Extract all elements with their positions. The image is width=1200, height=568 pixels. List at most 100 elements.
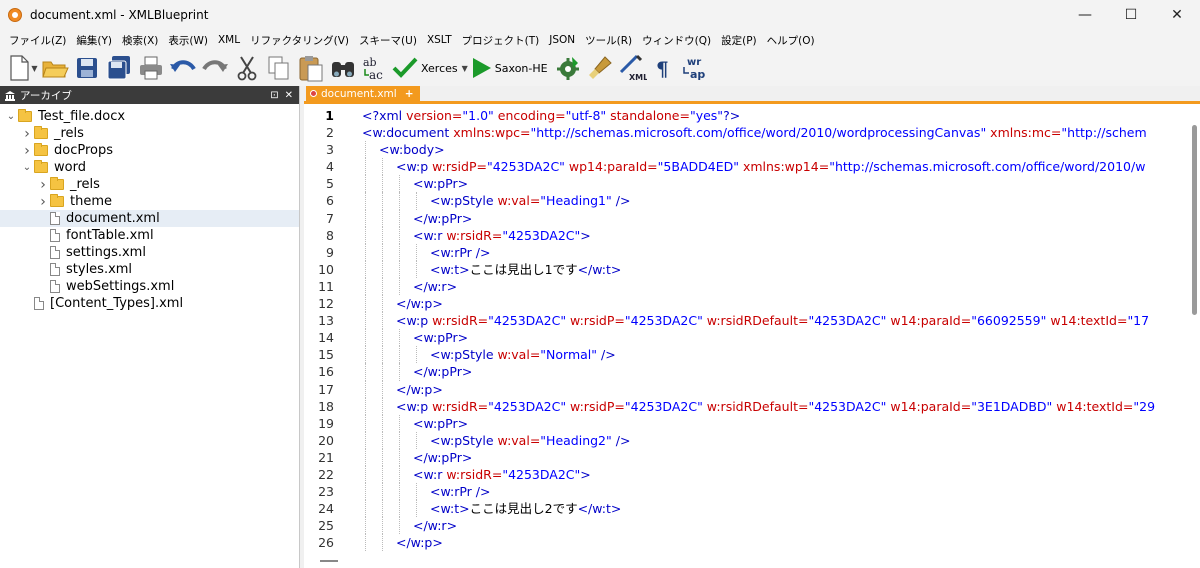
chevron-right-icon[interactable]: › — [36, 194, 50, 210]
save-button[interactable] — [72, 53, 102, 83]
code-line[interactable]: </w:pPr> — [362, 209, 1188, 227]
panel-close-icon[interactable]: ✕ — [285, 90, 293, 101]
settings-button[interactable] — [553, 53, 583, 83]
code-line[interactable]: </w:p> — [362, 295, 1188, 313]
code-line[interactable]: <w:p w:rsidR="4253DA2C" w:rsidP="4253DA2… — [362, 397, 1188, 415]
code-line[interactable]: </w:r> — [362, 517, 1188, 535]
code-line[interactable]: </w:pPr> — [362, 448, 1188, 466]
chevron-down-icon[interactable]: ⌄ — [4, 111, 18, 122]
code-line[interactable]: <?xml version="1.0" encoding="utf-8" sta… — [362, 107, 1188, 124]
tree-item[interactable]: › _rels — [0, 125, 299, 142]
tab-document-xml[interactable]: document.xml + — [306, 86, 420, 101]
code-content: <w:pPr> — [362, 330, 468, 345]
menu-tools[interactable]: ツール(R) — [580, 33, 637, 48]
code-line[interactable]: </w:p> — [362, 380, 1188, 398]
tree-item[interactable]: settings.xml — [0, 244, 299, 261]
code-token: "4253DA2C" — [624, 313, 703, 329]
code-line[interactable]: <w:r w:rsidR="4253DA2C"> — [362, 465, 1188, 484]
code-editor[interactable]: 1 2 3 4 5 6 7 8 9 10 11 12 13 14 15 16 17 18 19 20 21 22 23 24 2… — [304, 107, 1200, 553]
tree-item[interactable]: styles.xml — [0, 261, 299, 278]
vertical-scroll-thumb[interactable] — [1192, 125, 1197, 315]
code-content: <w:t>ここは見出し1です</w:t> — [362, 262, 621, 277]
undo-button[interactable] — [168, 53, 198, 83]
chevron-right-icon[interactable]: › — [36, 177, 50, 193]
line-number: 20 — [318, 432, 334, 448]
copy-button[interactable] — [264, 53, 294, 83]
tree-item[interactable]: › _rels — [0, 176, 299, 193]
menu-help[interactable]: ヘルプ(O) — [762, 33, 820, 48]
menu-project[interactable]: プロジェクト(T) — [457, 33, 545, 48]
code-lines[interactable]: <?xml version="1.0" encoding="utf-8" sta… — [362, 107, 1188, 553]
pilcrow-button[interactable]: ¶ — [649, 53, 679, 83]
code-line[interactable]: <w:body> — [362, 141, 1188, 159]
tree-item[interactable]: document.xml — [0, 210, 299, 227]
new-file-button[interactable]: ▼ — [8, 53, 38, 83]
code-line[interactable]: <w:pStyle w:val="Heading1" /> — [362, 192, 1188, 210]
find-button[interactable] — [328, 53, 358, 83]
menu-file[interactable]: ファイル(Z) — [4, 33, 71, 48]
tree-item[interactable]: fontTable.xml — [0, 227, 299, 244]
file-icon — [50, 246, 60, 259]
chevron-down-icon[interactable]: ▼ — [31, 64, 37, 73]
replace-button[interactable]: ab ac — [360, 53, 390, 83]
menu-json[interactable]: JSON — [544, 34, 580, 46]
code-line[interactable]: <w:rPr /> — [362, 243, 1188, 261]
tree-item[interactable]: ⌄ word — [0, 159, 299, 176]
code-line[interactable]: <w:pPr> — [362, 175, 1188, 193]
menu-refactoring[interactable]: リファクタリング(V) — [245, 33, 354, 48]
validate-button[interactable]: Xerces ▼ — [392, 53, 468, 83]
redo-button[interactable] — [200, 53, 230, 83]
menu-settings[interactable]: 設定(P) — [716, 33, 762, 48]
tree-item[interactable]: › theme — [0, 193, 299, 210]
menu-window[interactable]: ウィンドウ(Q) — [637, 33, 716, 48]
open-button[interactable] — [40, 53, 70, 83]
code-line[interactable]: </w:pPr> — [362, 363, 1188, 381]
code-line[interactable]: <w:t>ここは見出し2です</w:t> — [362, 500, 1188, 518]
code-line[interactable]: <w:pStyle w:val="Normal" /> — [362, 346, 1188, 364]
code-line[interactable]: <w:document xmlns:wpc="http://schemas.mi… — [362, 124, 1188, 141]
code-token: <w:pStyle — [430, 432, 498, 448]
chevron-down-icon[interactable]: ▼ — [462, 64, 468, 73]
code-line[interactable]: </w:p> — [362, 534, 1188, 552]
chevron-right-icon[interactable]: › — [20, 143, 34, 159]
menu-edit[interactable]: 編集(Y) — [71, 33, 117, 48]
word-wrap-button[interactable]: wr ap — [681, 53, 711, 83]
tree-item[interactable]: ⌄ Test_file.docx — [0, 108, 299, 125]
chevron-right-icon[interactable]: › — [20, 126, 34, 142]
menu-search[interactable]: 検索(X) — [117, 33, 163, 48]
code-line[interactable]: <w:p w:rsidR="4253DA2C" w:rsidP="4253DA2… — [362, 312, 1188, 330]
indent-guide — [382, 534, 383, 552]
format-button[interactable] — [585, 53, 615, 83]
close-button[interactable]: ✕ — [1154, 0, 1200, 30]
save-all-button[interactable] — [104, 53, 134, 83]
paste-button[interactable] — [296, 53, 326, 83]
tree-item[interactable]: webSettings.xml — [0, 278, 299, 295]
chevron-down-icon[interactable]: ⌄ — [20, 162, 34, 173]
menu-xml[interactable]: XML — [213, 34, 245, 46]
menu-view[interactable]: 表示(W) — [163, 33, 213, 48]
tree-item[interactable]: [Content_Types].xml — [0, 295, 299, 312]
code-line[interactable]: <w:p w:rsidP="4253DA2C" wp14:paraId="5BA… — [362, 158, 1188, 176]
transform-button[interactable]: Saxon-HE — [470, 53, 551, 83]
print-button[interactable] — [136, 53, 166, 83]
horizontal-scrollbar[interactable] — [304, 553, 1200, 568]
code-line[interactable]: <w:pPr> — [362, 414, 1188, 432]
menu-xslt[interactable]: XSLT — [422, 34, 457, 46]
cut-button[interactable] — [232, 53, 262, 83]
minimize-button[interactable]: — — [1062, 0, 1108, 30]
maximize-button[interactable]: ☐ — [1108, 0, 1154, 30]
pin-icon[interactable]: ⊡ — [270, 90, 278, 101]
indent-guide — [365, 363, 366, 381]
code-line[interactable]: <w:pStyle w:val="Heading2" /> — [362, 431, 1188, 449]
code-line[interactable]: <w:r w:rsidR="4253DA2C"> — [362, 226, 1188, 244]
xml-tool-button[interactable]: XML — [617, 53, 647, 83]
code-line[interactable]: <w:t>ここは見出し1です</w:t> — [362, 260, 1188, 278]
menu-schema[interactable]: スキーマ(U) — [354, 33, 422, 48]
horizontal-scroll-thumb[interactable] — [320, 560, 338, 562]
new-tab-button[interactable]: + — [405, 88, 414, 100]
tree-item[interactable]: › docProps — [0, 142, 299, 159]
vertical-scrollbar[interactable] — [1188, 107, 1200, 553]
code-line[interactable]: </w:r> — [362, 277, 1188, 296]
code-line[interactable]: <w:rPr /> — [362, 483, 1188, 501]
code-line[interactable]: <w:pPr> — [362, 329, 1188, 347]
